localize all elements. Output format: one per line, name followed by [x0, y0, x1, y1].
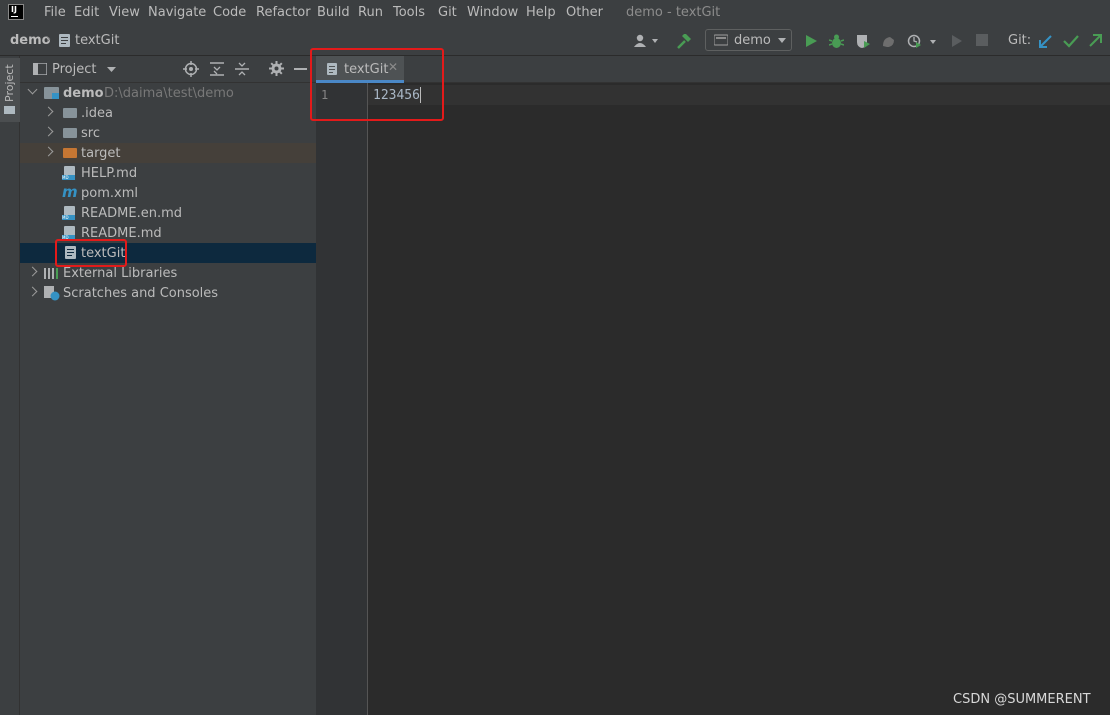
intellij-logo-icon: IJ — [8, 4, 24, 20]
folder-icon — [63, 108, 77, 118]
tree-item-label: External Libraries — [63, 266, 178, 281]
build-hammer-icon[interactable] — [676, 34, 692, 50]
menu-tools[interactable]: Tools — [393, 5, 425, 20]
menu-window[interactable]: Window — [467, 5, 518, 20]
project-stripe-label: Project — [3, 64, 16, 102]
menu-edit[interactable]: Edit — [74, 5, 99, 20]
module-folder-icon — [44, 87, 59, 99]
locate-file-icon[interactable] — [183, 61, 199, 77]
watermark: CSDN @SUMMERENT — [953, 692, 1091, 707]
code-editor[interactable]: 123456 — [368, 83, 1110, 715]
project-panel-header: Project — [20, 56, 316, 83]
tree-root-path: D:\daima\test\demo — [104, 86, 234, 101]
configuration-icon — [714, 34, 728, 46]
expand-arrow-icon[interactable] — [27, 84, 38, 95]
project-view-selector[interactable]: Project — [52, 62, 96, 77]
project-panel: Project demo D:\daima\test\demo .idea sr… — [20, 56, 316, 715]
run-configuration-selector[interactable]: demo — [705, 29, 792, 51]
debug-icon[interactable] — [829, 34, 844, 49]
breadcrumb-separator-icon: › — [46, 32, 52, 47]
user-account-icon[interactable] — [634, 34, 660, 48]
menu-git[interactable]: Git — [438, 5, 457, 20]
tree-item-target[interactable]: target — [20, 143, 316, 163]
menu-build[interactable]: Build — [317, 5, 350, 20]
folder-icon — [63, 128, 77, 138]
markdown-file-icon: MD — [62, 226, 75, 240]
tree-item-label: HELP.md — [81, 166, 138, 181]
hide-panel-icon[interactable] — [294, 68, 307, 70]
resume-icon[interactable] — [951, 34, 963, 48]
git-label: Git: — [1008, 33, 1032, 48]
tree-item-scratches[interactable]: Scratches and Consoles — [20, 283, 316, 303]
excluded-folder-icon — [63, 148, 77, 158]
expand-arrow-icon[interactable] — [43, 146, 54, 157]
menu-refactor[interactable]: Refactor — [256, 5, 311, 20]
git-update-icon[interactable] — [1038, 34, 1053, 49]
menu-code[interactable]: Code — [213, 5, 246, 20]
expand-arrow-icon[interactable] — [43, 106, 54, 117]
expand-arrow-icon[interactable] — [27, 286, 38, 297]
markdown-file-icon: MD — [62, 166, 75, 180]
tree-item-label: src — [81, 126, 100, 141]
run-options-icon[interactable] — [907, 34, 939, 49]
tree-item-label: .idea — [81, 106, 113, 121]
profiler-icon[interactable] — [881, 34, 896, 49]
tree-item-idea[interactable]: .idea — [20, 103, 316, 123]
libraries-icon — [44, 268, 58, 279]
breadcrumb-project[interactable]: demo — [10, 33, 51, 48]
tree-item-label: target — [81, 146, 121, 161]
tree-item-pom-xml[interactable]: m pom.xml — [20, 183, 316, 203]
maven-file-icon: m — [62, 183, 78, 201]
editor-gutter: 1 — [316, 83, 368, 715]
tree-item-readme-en-md[interactable]: MD README.en.md — [20, 203, 316, 223]
tree-root-demo[interactable]: demo D:\daima\test\demo — [20, 83, 316, 103]
breadcrumb-file[interactable]: textGit — [75, 33, 119, 48]
menu-file[interactable]: File — [44, 5, 66, 20]
menu-navigate[interactable]: Navigate — [148, 5, 206, 20]
current-line[interactable]: 123456 — [368, 85, 1110, 105]
markdown-file-icon: MD — [62, 206, 75, 220]
menu-view[interactable]: View — [109, 5, 140, 20]
tree-item-label: Scratches and Consoles — [63, 286, 219, 301]
folder-icon — [4, 106, 15, 114]
navigation-bar: demo › textGit demo Git: — [0, 26, 1110, 56]
project-view-icon — [33, 63, 47, 75]
scratches-icon — [44, 286, 60, 301]
menu-run[interactable]: Run — [358, 5, 383, 20]
chevron-down-icon[interactable] — [107, 67, 116, 72]
run-configuration-label: demo — [734, 33, 771, 48]
menu-help[interactable]: Help — [526, 5, 556, 20]
gear-icon[interactable] — [269, 61, 284, 76]
menu-bar: IJ File Edit View Navigate Code Refactor… — [0, 0, 1110, 26]
tree-item-help-md[interactable]: MD HELP.md — [20, 163, 316, 183]
expand-arrow-icon[interactable] — [27, 266, 38, 277]
run-with-coverage-icon[interactable] — [856, 34, 871, 49]
collapse-all-icon[interactable] — [235, 62, 249, 76]
window-title: demo - textGit — [626, 5, 721, 20]
project-tool-window-button[interactable]: Project — [0, 58, 20, 122]
tree-root-name: demo — [63, 86, 104, 101]
expand-arrow-icon[interactable] — [43, 126, 54, 137]
run-icon[interactable] — [805, 34, 818, 48]
menu-other[interactable]: Other — [566, 5, 603, 20]
chevron-down-icon — [778, 38, 786, 43]
tree-item-src[interactable]: src — [20, 123, 316, 143]
expand-all-icon[interactable] — [210, 62, 224, 76]
highlight-box-editor — [310, 48, 444, 121]
tool-window-stripe — [0, 56, 20, 715]
git-commit-icon[interactable] — [1063, 34, 1079, 48]
highlight-box-textgit — [55, 239, 127, 267]
tree-item-label: pom.xml — [81, 186, 138, 201]
text-file-icon — [59, 34, 70, 47]
stop-icon[interactable] — [976, 34, 988, 46]
git-push-icon[interactable] — [1088, 34, 1104, 48]
tree-item-label: README.en.md — [81, 206, 182, 221]
